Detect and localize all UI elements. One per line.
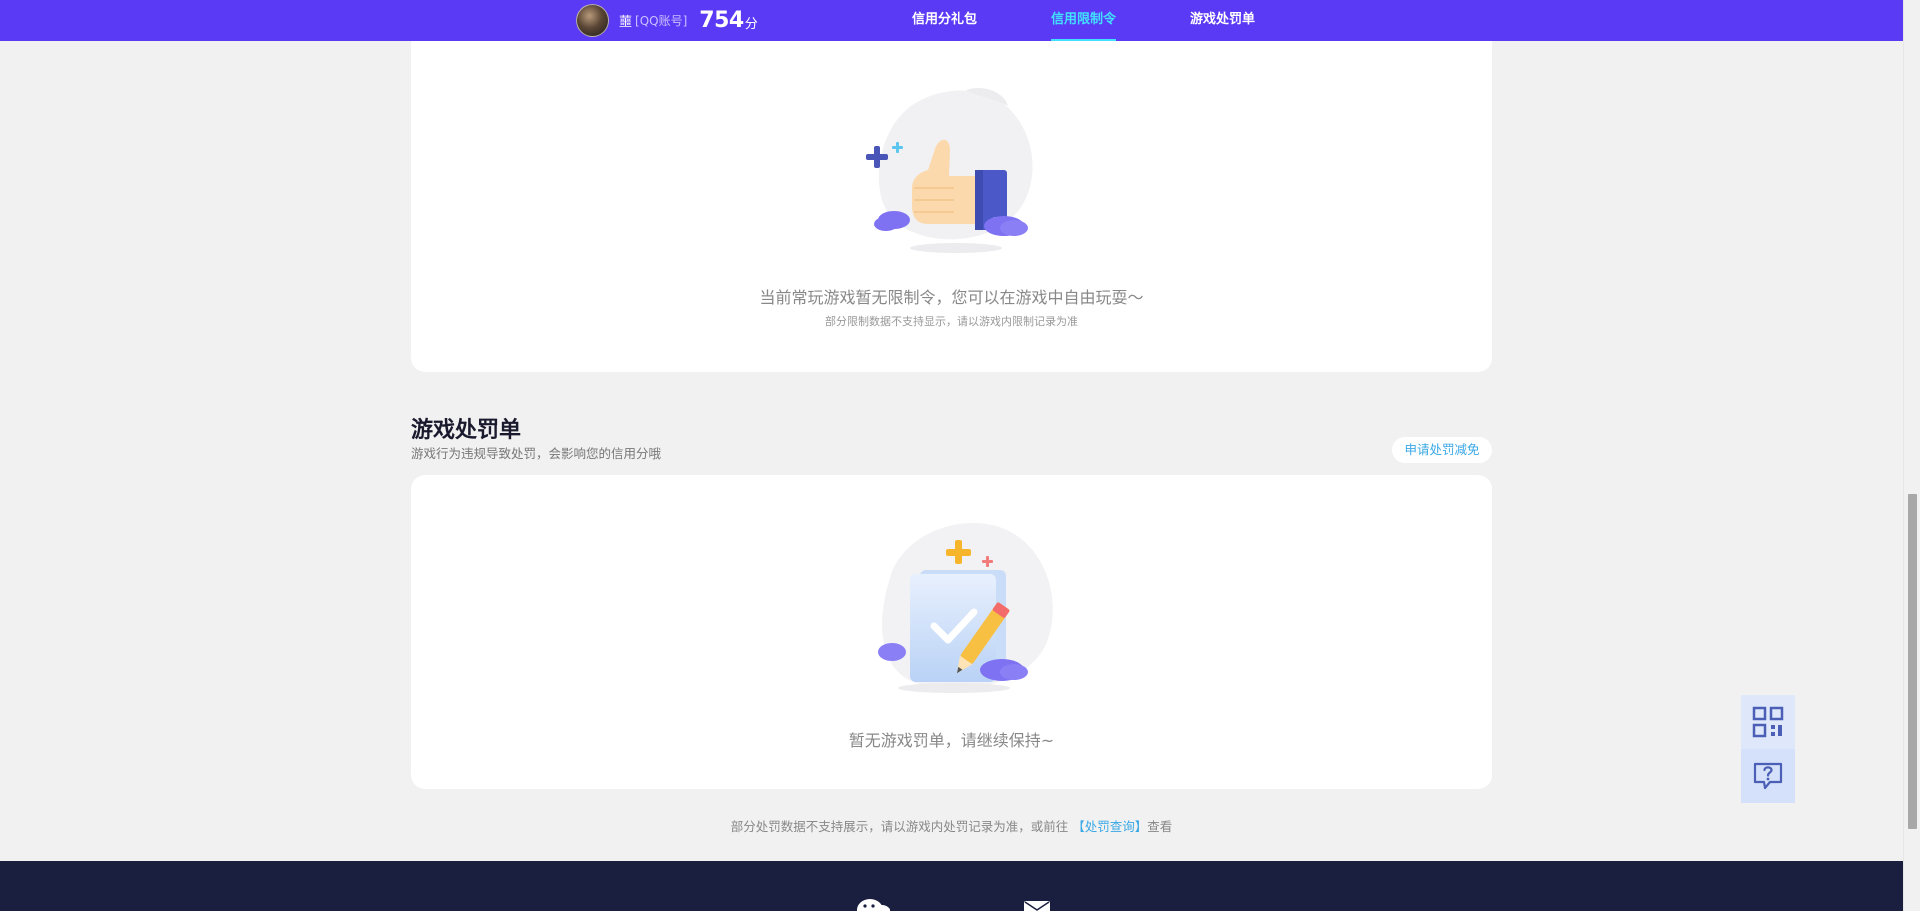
footnote-suffix: 查看 xyxy=(1147,819,1173,834)
nav-credit-gift[interactable]: 信用分礼包 xyxy=(912,0,977,41)
wechat-icon[interactable] xyxy=(856,898,890,911)
help-chat-icon xyxy=(1753,762,1783,790)
penalty-query-link[interactable]: 【处罚查询】 xyxy=(1072,819,1147,834)
avatar[interactable] xyxy=(576,4,609,37)
user-name: 蘁 xyxy=(619,15,633,30)
nav-credit-restriction[interactable]: 信用限制令 xyxy=(1051,0,1117,41)
penalty-section-title: 游戏处罚单 xyxy=(411,418,522,443)
account-type: [QQ账号] xyxy=(635,14,688,28)
page-scrollbar[interactable] xyxy=(1903,0,1920,911)
nav-game-penalty[interactable]: 游戏处罚单 xyxy=(1190,0,1255,41)
thumbs-up-illustration xyxy=(866,87,1033,253)
floating-side-tools xyxy=(1741,695,1795,803)
restriction-note: 部分限制数据不支持显示，请以游戏内限制记录为准 xyxy=(825,315,1078,328)
apply-penalty-reduction-button[interactable]: 申请处罚减免 xyxy=(1392,437,1492,463)
top-nav-bar: 蘁 [QQ账号] 754 分 信用分礼包 信用限制令 游戏处罚单 xyxy=(0,0,1903,41)
page-footer xyxy=(0,861,1903,911)
credit-score: 754 xyxy=(699,8,744,33)
penalty-section-subtitle: 游戏行为违规导致处罚，会影响您的信用分哦 xyxy=(411,446,662,461)
help-button[interactable] xyxy=(1741,749,1795,803)
restriction-empty-text: 当前常玩游戏暂无限制令，您可以在游戏中自由玩耍～ xyxy=(759,288,1144,307)
penalty-footnote: 部分处罚数据不支持展示，请以游戏内处罚记录为准，或前往 【处罚查询】查看 xyxy=(0,816,1903,835)
credit-score-unit: 分 xyxy=(744,17,758,32)
mail-icon[interactable] xyxy=(1023,899,1051,911)
footnote-prefix: 部分处罚数据不支持展示，请以游戏内处罚记录为准，或前往 xyxy=(730,819,1069,834)
restriction-card: 当前常玩游戏暂无限制令，您可以在游戏中自由玩耍～ 部分限制数据不支持显示，请以游… xyxy=(411,16,1492,372)
penalty-empty-text: 暂无游戏罚单，请继续保持~ xyxy=(848,731,1055,750)
penalty-card: 暂无游戏罚单，请继续保持~ xyxy=(411,475,1492,789)
qrcode-button[interactable] xyxy=(1741,695,1795,749)
checklist-pencil-illustration xyxy=(878,523,1053,693)
scrollbar-thumb[interactable] xyxy=(1908,494,1917,829)
user-info: 蘁 [QQ账号] 754 分 xyxy=(576,4,758,37)
qrcode-icon xyxy=(1752,706,1784,738)
